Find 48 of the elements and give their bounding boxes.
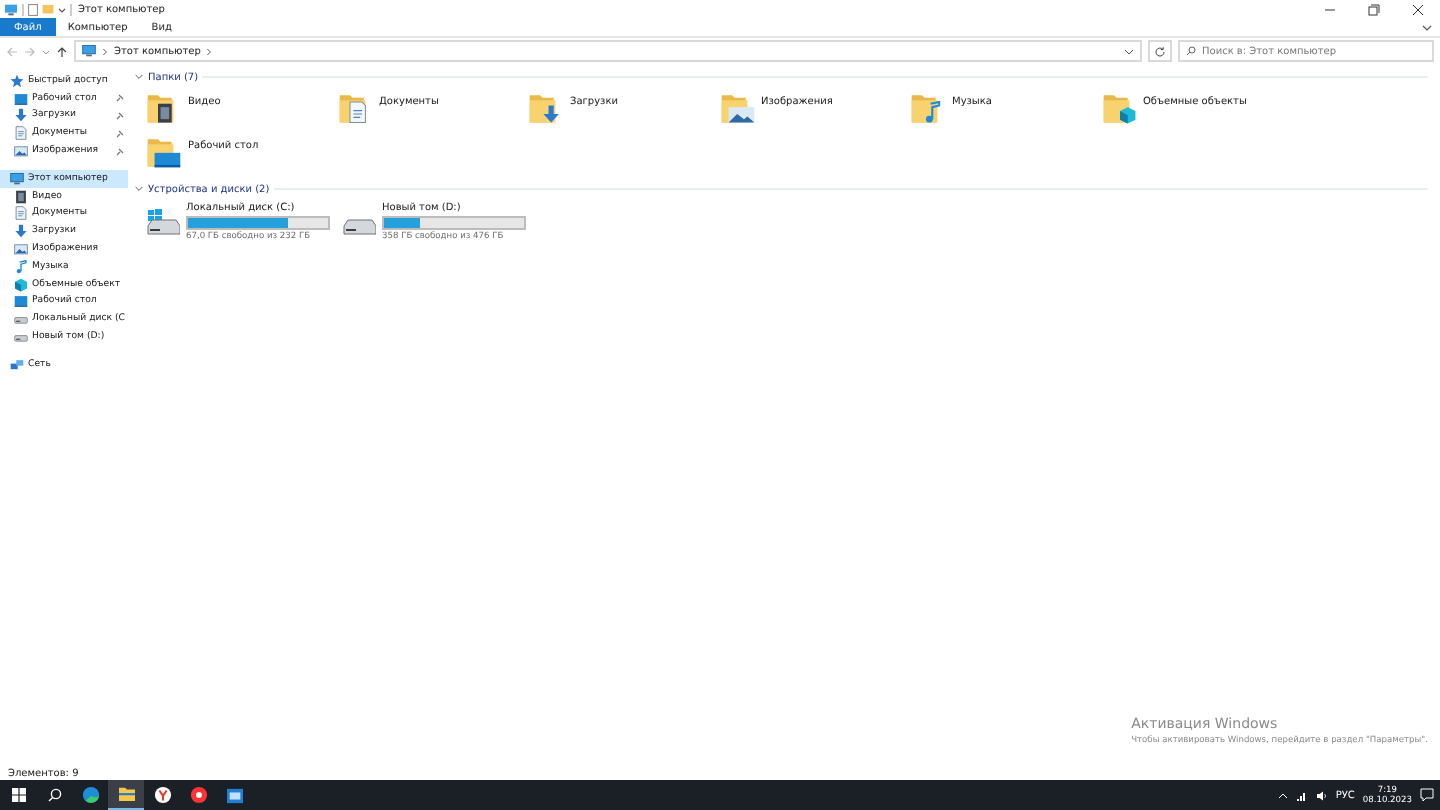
image-icon: [14, 144, 28, 159]
chevron-up-icon[interactable]: [1277, 791, 1288, 799]
collapse-chevron-icon[interactable]: [134, 184, 144, 194]
taskbar-app[interactable]: [108, 780, 144, 810]
desktop-icon: [14, 294, 28, 309]
browser-icon: [81, 786, 99, 804]
dropdown-icon[interactable]: [1124, 47, 1134, 55]
chevron-icon: [206, 47, 213, 55]
notification-icon[interactable]: [1420, 788, 1434, 802]
network-icon: [10, 357, 24, 372]
search-icon: [1186, 46, 1196, 56]
download-icon: [14, 108, 28, 123]
3d-objects-folder-icon: [1101, 90, 1137, 126]
desktop-folder-icon: [146, 134, 182, 170]
download-icon: [14, 224, 28, 239]
drive-icon: [14, 330, 28, 345]
restore-icon: [1368, 3, 1380, 15]
properties-icon[interactable]: [28, 3, 38, 15]
drive-icon: [14, 312, 28, 327]
search-icon: [47, 788, 61, 802]
film-icon: [14, 189, 28, 204]
computer-icon: [10, 171, 24, 186]
computer-icon: [82, 44, 96, 58]
expand-ribbon-icon[interactable]: [1422, 23, 1432, 31]
minimize-icon: [1324, 3, 1336, 15]
music-note-icon: [14, 259, 28, 274]
downloads-folder-icon: [528, 90, 564, 126]
network-icon[interactable]: [1295, 789, 1308, 801]
windows-logo-icon: [11, 788, 25, 802]
computer-icon: [4, 3, 18, 15]
music-folder-icon: [910, 90, 946, 126]
caret-icon[interactable]: [58, 5, 66, 13]
pictures-folder-icon: [719, 90, 755, 126]
desktop-icon: [14, 91, 28, 106]
speaker-icon[interactable]: [1315, 789, 1328, 801]
up-arrow-icon[interactable]: [56, 45, 68, 57]
browser-icon: [153, 786, 171, 804]
document-icon: [14, 206, 28, 221]
cube-icon: [14, 277, 28, 292]
collapse-chevron-icon[interactable]: [134, 72, 144, 82]
close-icon: [1412, 3, 1424, 15]
refresh-icon: [1154, 45, 1166, 57]
star-icon: [10, 73, 24, 88]
refresh-button[interactable]: [1148, 40, 1172, 62]
folder-icon: [117, 786, 135, 802]
image-icon: [14, 242, 28, 257]
document-icon: [14, 126, 28, 141]
chevron-icon: [102, 47, 108, 55]
